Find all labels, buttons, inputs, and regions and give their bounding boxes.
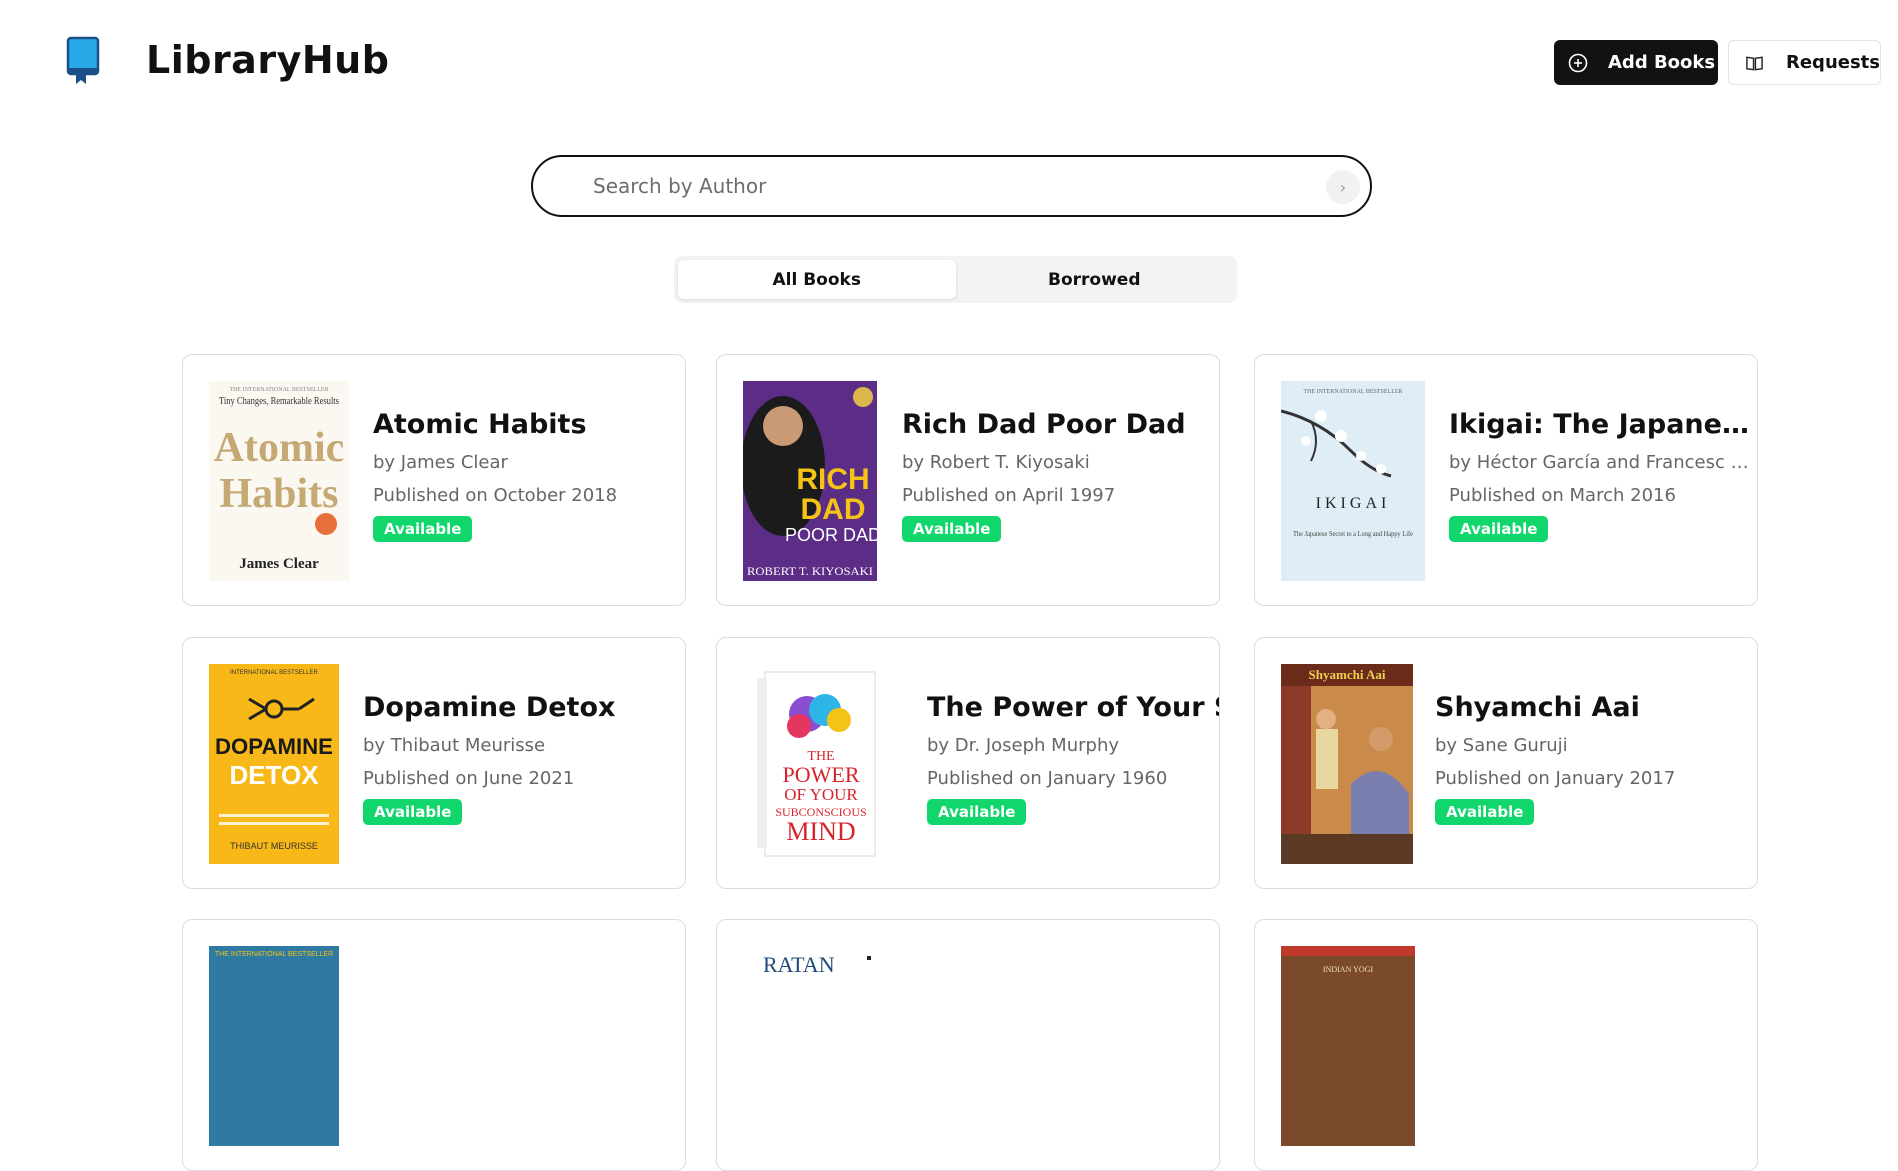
cover-text: INDIAN YOGI: [1323, 965, 1373, 974]
availability-badge: Available: [927, 799, 1027, 825]
book-info: Rich Dad Poor Dad by Robert T. Kiyosaki …: [902, 409, 1207, 542]
book-cover-image: INTERNATIONAL BESTSELLER DOPAMINE DETOX …: [209, 664, 339, 864]
cover-title: DETOX: [229, 760, 319, 790]
availability-badge: Available: [363, 799, 463, 825]
book-cover-image: Shyamchi Aai: [1281, 664, 1413, 864]
book-published-date: Published on March 2016: [1449, 485, 1676, 506]
requests-label: Requests: [1785, 52, 1880, 73]
app-title[interactable]: LibraryHub: [146, 38, 389, 82]
book-author: by Sane Guruji: [1435, 735, 1568, 756]
cover-text: THE INTERNATIONAL BESTSELLER: [215, 951, 333, 958]
cover-text: INTERNATIONAL BESTSELLER: [230, 670, 318, 676]
book-author: by James Clear: [373, 452, 508, 473]
cover-title: POOR DAD: [785, 525, 877, 545]
cover-title: DAD: [801, 493, 866, 526]
book-card[interactable]: THE INTERNATIONAL BESTSELLER Tiny Change…: [182, 354, 686, 606]
book-card[interactable]: THE INTERNATIONAL BESTSELLER IKIGAI The …: [1254, 354, 1758, 606]
cover-text: Tiny Changes, Remarkable Results: [219, 396, 339, 407]
cover-text: The Japanese Secret to a Long and Happy …: [1293, 530, 1413, 538]
cover-title: RATAN: [763, 952, 835, 977]
availability-badge: Available: [1449, 516, 1549, 542]
tab-borrowed[interactable]: Borrowed: [956, 260, 1234, 299]
book-card[interactable]: THE POWER OF YOUR SUBCONSCIOUS MIND The …: [716, 637, 1220, 889]
book-title[interactable]: Atomic Habits: [373, 409, 673, 440]
cover-author: James Clear: [239, 556, 319, 572]
cover-title: MIND: [786, 817, 855, 846]
open-book-icon: [1746, 55, 1763, 70]
availability-badge: Available: [902, 516, 1002, 542]
book-title[interactable]: Rich Dad Poor Dad: [902, 409, 1207, 440]
book-published-date: Published on October 2018: [373, 485, 618, 506]
cover-title: IKIGAI: [1316, 495, 1391, 512]
tab-all-books[interactable]: All Books: [678, 260, 956, 299]
book-card[interactable]: Shyamchi Aai Shyamchi Aai by Sane Guruji…: [1254, 637, 1758, 889]
book-info: Shyamchi Aai by Sane Guruji Published on…: [1435, 692, 1745, 825]
book-logo-icon[interactable]: [64, 36, 102, 86]
chevron-right-icon: ›: [1339, 177, 1347, 197]
book-published-date: Published on January 1960: [927, 768, 1168, 789]
book-info: Atomic Habits by James Clear Published o…: [373, 409, 673, 542]
book-author: by Dr. Joseph Murphy: [927, 735, 1120, 756]
book-info: The Power of Your Subconscious Mind by D…: [927, 692, 1219, 825]
search-input[interactable]: [593, 171, 1273, 201]
book-card[interactable]: RICH DAD POOR DAD ROBERT T. KIYOSAKI Ric…: [716, 354, 1220, 606]
cover-title: POWER: [783, 762, 860, 787]
book-info: Ikigai: The Japanese Secret to a Long an…: [1449, 409, 1758, 542]
availability-badge: Available: [1435, 799, 1535, 825]
cover-title: RICH: [796, 463, 869, 496]
book-cover-image: RATAN: [743, 946, 883, 1146]
book-cover-image: THE POWER OF YOUR SUBCONSCIOUS MIND: [743, 664, 893, 864]
search-bar: ›: [531, 155, 1372, 217]
cover-text: THE INTERNATIONAL BESTSELLER: [1303, 389, 1402, 395]
book-card[interactable]: RATAN: [716, 919, 1220, 1171]
book-cover-image: THE INTERNATIONAL BESTSELLER Tiny Change…: [209, 381, 349, 581]
book-title[interactable]: Shyamchi Aai: [1435, 692, 1745, 723]
app-header: LibraryHub Add Books Requests: [0, 0, 1898, 110]
cover-author: THIBAUT MEURISSE: [230, 841, 318, 851]
book-cover-image: THE INTERNATIONAL BESTSELLER: [209, 946, 339, 1146]
cover-title: DOPAMINE: [215, 734, 333, 759]
cover-text: THE INTERNATIONAL BESTSELLER: [229, 387, 328, 393]
book-cover-image: THE INTERNATIONAL BESTSELLER IKIGAI The …: [1281, 381, 1425, 581]
book-published-date: Published on June 2021: [363, 768, 575, 789]
search-submit-button[interactable]: ›: [1326, 170, 1360, 204]
book-filter-tabs: All Books Borrowed: [674, 256, 1237, 303]
book-published-date: Published on January 2017: [1435, 768, 1676, 789]
availability-badge: Available: [373, 516, 473, 542]
cover-title: Shyamchi Aai: [1309, 667, 1386, 682]
book-title[interactable]: Ikigai: The Japanese Secret to a Long an…: [1449, 409, 1757, 440]
cover-title: Habits: [219, 471, 338, 517]
add-books-button[interactable]: Add Books: [1554, 40, 1718, 85]
cover-title: Atomic: [214, 425, 345, 471]
book-info: Dopamine Detox by Thibaut Meurisse Publi…: [363, 692, 673, 825]
book-cover-image: INDIAN YOGI: [1281, 946, 1415, 1146]
book-cover-image: RICH DAD POOR DAD ROBERT T. KIYOSAKI: [743, 381, 877, 581]
book-author: by Thibaut Meurisse: [363, 735, 546, 756]
cover-title: OF YOUR: [784, 785, 858, 804]
book-author: by Héctor García and Francesc Miralles: [1449, 452, 1758, 473]
add-books-label: Add Books: [1608, 52, 1716, 73]
book-card[interactable]: INDIAN YOGI: [1254, 919, 1758, 1171]
book-published-date: Published on April 1997: [902, 485, 1116, 506]
plus-circle-icon: [1568, 53, 1588, 72]
book-title[interactable]: Dopamine Detox: [363, 692, 673, 723]
requests-button[interactable]: Requests: [1728, 40, 1881, 85]
book-card[interactable]: THE INTERNATIONAL BESTSELLER: [182, 919, 686, 1171]
cover-author: ROBERT T. KIYOSAKI: [747, 564, 873, 578]
book-author: by Robert T. Kiyosaki: [902, 452, 1090, 473]
book-card[interactable]: INTERNATIONAL BESTSELLER DOPAMINE DETOX …: [182, 637, 686, 889]
book-title[interactable]: The Power of Your Subconscious Mind: [927, 692, 1219, 723]
